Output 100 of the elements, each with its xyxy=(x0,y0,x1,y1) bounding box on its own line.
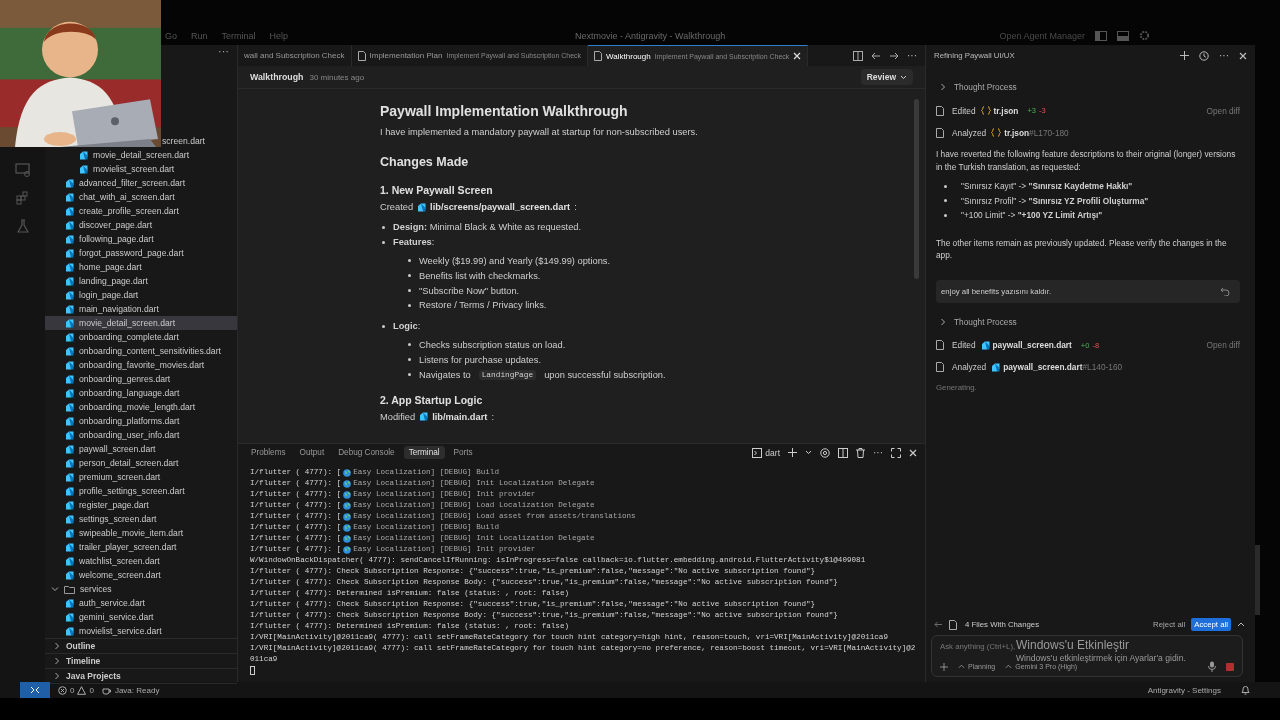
close-icon[interactable] xyxy=(1239,51,1247,60)
editor-tab[interactable]: wall and Subscription Check xyxy=(238,45,352,66)
microphone-icon[interactable] xyxy=(1208,661,1216,672)
file-item[interactable]: person_detail_screen.dart xyxy=(45,456,237,470)
message-text: The other items remain as previously updated. Please verify the changes in the app. xyxy=(936,236,1228,262)
file-item[interactable]: login_page.dart xyxy=(45,288,237,302)
file-item[interactable]: discover_page.dart xyxy=(45,218,237,232)
layout-icon[interactable] xyxy=(1095,30,1107,41)
settings-icon[interactable] xyxy=(1139,30,1150,41)
plus-icon[interactable] xyxy=(788,448,797,457)
file-item[interactable]: create_profile_screen.dart xyxy=(45,204,237,218)
file-item[interactable]: home_page.dart xyxy=(45,260,237,274)
dart-file-icon xyxy=(65,556,74,566)
file-item[interactable]: main_navigation.dart xyxy=(45,302,237,316)
review-button[interactable]: Review xyxy=(860,69,913,85)
dart-file-icon xyxy=(65,626,74,636)
panel-tab[interactable]: Ports xyxy=(448,446,478,459)
file-link[interactable]: tr.json xyxy=(993,105,1019,116)
panel-tab[interactable]: Terminal xyxy=(403,446,445,459)
file-item[interactable]: landing_page.dart xyxy=(45,274,237,288)
scrollbar[interactable] xyxy=(914,99,919,279)
chevron-up-icon[interactable] xyxy=(1237,622,1245,627)
folder-item[interactable]: services xyxy=(45,582,237,596)
file-item[interactable]: paywall_screen.dart xyxy=(45,442,237,456)
file-item[interactable]: onboarding_movie_length.dart xyxy=(45,400,237,414)
file-item[interactable]: watchlist_screen.dart xyxy=(45,554,237,568)
more-icon[interactable]: ··· xyxy=(1219,50,1229,61)
forward-arrow-icon[interactable] xyxy=(889,51,899,60)
file-item[interactable]: register_page.dart xyxy=(45,498,237,512)
close-icon[interactable] xyxy=(793,52,802,60)
folder-icon xyxy=(64,584,75,594)
thought-process-toggle[interactable]: Thought Process xyxy=(936,314,1240,329)
open-diff-link[interactable]: Open diff xyxy=(1206,105,1240,116)
more-icon[interactable]: ··· xyxy=(907,50,917,61)
terminal-selector[interactable]: dart xyxy=(752,447,780,458)
file-link[interactable]: paywall_screen.dart xyxy=(1003,362,1083,373)
dart-file-icon xyxy=(65,290,74,300)
file-item[interactable]: forgot_password_page.dart xyxy=(45,246,237,260)
file-link[interactable]: lib/screens/paywall_screen.dart xyxy=(430,202,571,212)
status-text[interactable]: Antigravity - Settings xyxy=(1147,685,1221,695)
open-diff-link[interactable]: Open diff xyxy=(1206,340,1240,351)
back-arrow-icon[interactable] xyxy=(934,621,943,628)
java-status[interactable]: Java: Ready xyxy=(101,685,160,695)
section-heading: Changes Made xyxy=(380,155,470,169)
file-item[interactable]: movie_detail_screen.dart xyxy=(45,148,237,162)
file-item[interactable]: onboarding_genres.dart xyxy=(45,372,237,386)
file-item[interactable]: onboarding_content_sensitivities.dart xyxy=(45,344,237,358)
file-item[interactable]: gemini_service.dart xyxy=(45,610,237,624)
file-item[interactable]: onboarding_complete.dart xyxy=(45,330,237,344)
file-item[interactable]: auth_service.dart xyxy=(45,596,237,610)
file-item[interactable]: welcome_screen.dart xyxy=(45,568,237,582)
dart-file-icon xyxy=(65,598,74,608)
file-item[interactable]: onboarding_user_info.dart xyxy=(45,428,237,442)
list-item: upon successful subscription. xyxy=(544,369,666,380)
split-terminal-icon[interactable] xyxy=(838,447,848,458)
dart-file-icon xyxy=(79,164,88,174)
back-arrow-icon[interactable] xyxy=(871,51,881,60)
file-item[interactable]: movie_detail_screen.dart xyxy=(45,316,237,330)
flask-icon[interactable] xyxy=(16,219,29,233)
chevron-icon[interactable] xyxy=(805,450,812,455)
remote-button[interactable] xyxy=(20,682,50,698)
scrollbar[interactable] xyxy=(1255,545,1260,615)
section-header[interactable]: Timeline xyxy=(45,654,237,669)
history-icon[interactable] xyxy=(1199,50,1209,61)
file-item[interactable]: onboarding_language.dart xyxy=(45,386,237,400)
split-editor-icon[interactable] xyxy=(853,50,863,61)
file-item[interactable]: advanced_filter_screen.dart xyxy=(45,176,237,190)
more-icon[interactable]: ··· xyxy=(218,45,229,57)
undo-icon[interactable] xyxy=(1220,286,1230,296)
panel-tab[interactable]: Debug Console xyxy=(333,446,400,459)
file-link[interactable]: tr.json xyxy=(1004,127,1030,138)
thought-process-toggle[interactable]: Thought Process xyxy=(936,80,1240,94)
file-item[interactable]: screen.dart xyxy=(162,134,237,148)
file-item[interactable]: trailer_player_screen.dart xyxy=(45,540,237,554)
file-item[interactable]: swipeable_movie_item.dart xyxy=(45,526,237,540)
close-icon[interactable] xyxy=(909,448,917,457)
plus-icon[interactable] xyxy=(1180,51,1189,60)
globe-icon xyxy=(343,468,352,477)
panel-tab[interactable]: Output xyxy=(294,446,330,459)
file-link[interactable]: lib/main.dart xyxy=(432,411,488,422)
trash-icon[interactable] xyxy=(856,447,865,458)
file-item[interactable]: profile_settings_screen.dart xyxy=(45,484,237,498)
file-item[interactable]: movielist_screen.dart xyxy=(45,162,237,176)
stop-button[interactable] xyxy=(1226,662,1234,671)
file-item[interactable]: chat_with_ai_screen.dart xyxy=(45,190,237,204)
file-item[interactable]: onboarding_favorite_movies.dart xyxy=(45,358,237,372)
bell-icon[interactable] xyxy=(1241,685,1250,695)
maximize-icon[interactable] xyxy=(891,447,901,458)
file-item[interactable]: onboarding_platforms.dart xyxy=(45,414,237,428)
at-sign-icon[interactable] xyxy=(820,447,830,458)
more-icon[interactable]: ··· xyxy=(873,447,883,458)
file-item[interactable]: premium_screen.dart xyxy=(45,470,237,484)
file-link[interactable]: paywall_screen.dart xyxy=(992,340,1072,351)
section-header[interactable]: Outline xyxy=(45,639,237,654)
file-item[interactable]: following_page.dart xyxy=(45,232,237,246)
file-item[interactable]: movielist_service.dart xyxy=(45,624,237,638)
panel-tab[interactable]: Problems xyxy=(246,446,291,459)
file-item[interactable]: settings_screen.dart xyxy=(45,512,237,526)
layout-icon[interactable] xyxy=(1117,30,1129,41)
problems-indicator[interactable]: 0 0 xyxy=(58,685,94,695)
